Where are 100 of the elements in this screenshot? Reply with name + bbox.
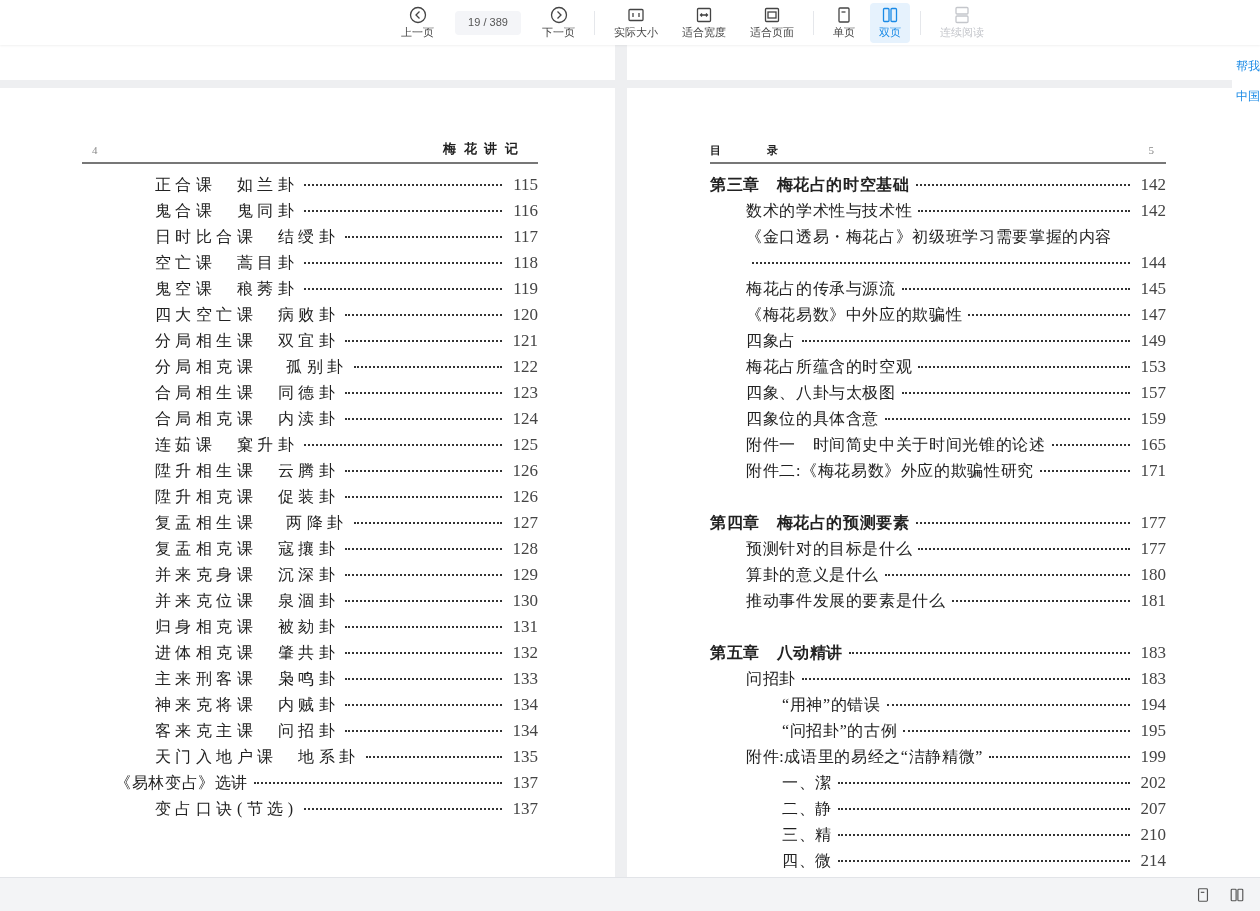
toc-entry-title[interactable]: 一、潔 [782,770,832,796]
toc-entry-title[interactable]: 鬼合课 鬼同卦 [155,198,299,224]
toc-entry-title[interactable]: 归身相克课 被劾卦 [155,614,340,640]
toc-entry-title[interactable]: 进体相克课 肇共卦 [155,640,340,666]
running-title: 梅花讲记 [442,139,527,158]
panel-link[interactable]: 中国 [1232,87,1260,105]
page-number: 119 [512,278,538,300]
toc-entry-title[interactable]: 四象位的具体含意 [746,406,880,432]
page-number: 183 [1139,642,1166,664]
page-number: 207 [1139,798,1166,820]
page-number: 142 [1139,174,1166,196]
page-number: 195 [1139,720,1166,742]
page-number: 120 [511,304,538,326]
toc-entry-title[interactable]: 正合课 如兰卦 [155,172,299,198]
toc-entry-title[interactable]: 客来克主课 问招卦 [155,718,340,744]
page-number: 165 [1139,434,1166,456]
toc-entry-title[interactable]: 四象占 [746,328,796,354]
toolbar-button[interactable]: 单页 [824,2,864,43]
toc-entry-title[interactable]: 三、精 [782,822,832,848]
page-number: 177 [1139,512,1166,534]
page-number: 134 [511,694,538,716]
page-number: 128 [511,538,538,560]
toc-entry-title[interactable]: 第五章 八动精讲 [710,640,844,666]
toc-entry-title[interactable]: 第四章 梅花占的预测要素 [710,510,910,536]
arrow-left-icon [408,6,427,24]
toc-entry-title[interactable]: 空亡课 蒿目卦 [155,250,299,276]
toc-entry-title[interactable]: 四大空亡课 病败卦 [155,302,340,328]
toolbar-button[interactable]: 适合页面 [741,2,803,43]
page-number: 126 [511,486,538,508]
page-number: 116 [512,200,538,222]
toc-entry-title[interactable]: 鬼空课 稂莠卦 [155,276,299,302]
page-number: 171 [1139,460,1166,482]
page-number: 126 [511,460,538,482]
toc-entry-title[interactable]: 分局相生课 双宜卦 [155,328,340,354]
toolbar-button[interactable]: 下一页 [533,2,584,43]
page-number: 125 [511,434,538,456]
page-number: 134 [511,720,538,742]
toc-entry-title[interactable]: 问招卦 [746,666,796,692]
toc-entry-title[interactable]: 天门入地户课 地系卦 [155,744,360,770]
toc-entry-title[interactable]: 算卦的意义是什么 [746,562,880,588]
toc-entry-title[interactable]: 数术的学术性与技术性 [746,198,913,224]
page-number: 202 [1139,772,1166,794]
toc-entry-title[interactable]: 附件:成语里的易经之“洁静精微” [746,744,983,770]
toc-entry-title[interactable]: 日时比合课 结绶卦 [155,224,340,250]
toc-entry-title[interactable]: 变占口诀(节选) [155,796,298,822]
toc-entry-title[interactable]: 复盂相生课 两降卦 [155,510,348,536]
toolbar-button[interactable]: 实际大小 [605,2,667,43]
page-number: 137 [511,798,538,820]
page-number: 157 [1139,382,1166,404]
double-page-icon [881,6,899,24]
toc-entry-title[interactable]: 并来克位课 泉涸卦 [155,588,340,614]
toc-entry-title[interactable]: 分局相克课 孤别卦 [155,354,348,380]
page-number: 180 [1139,564,1166,586]
page-number: 149 [1139,330,1166,352]
toc-entry-title[interactable]: 并来克身课 沉深卦 [155,562,340,588]
running-title: 目 录 [710,142,796,158]
page-number: 5 [1148,142,1155,158]
toc-entry-title[interactable]: 合局相生课 同德卦 [155,380,340,406]
toc-entry-title[interactable]: 连茹课 窠升卦 [155,432,299,458]
continuous-pages-icon [953,6,971,24]
toc-entry-title[interactable]: 《易林变占》选讲 [115,770,249,796]
toc-entry-title[interactable]: 梅花占的传承与源流 [746,276,896,302]
toolbar-button[interactable]: 上一页 [392,2,443,43]
panel-link[interactable]: 帮我 [1232,57,1260,75]
page-number-field[interactable]: 19 / 389 [455,10,521,35]
page-number: 117 [512,226,538,248]
page-number: 142 [1139,200,1166,222]
toc-entry-title[interactable]: 附件一 时间简史中关于时间光锥的论述 [746,432,1046,458]
toc-entry-title[interactable]: 四象、八卦与太极图 [746,380,896,406]
toc-entry-title[interactable]: 《金口透易・梅花占》初级班学习需要掌握的内容 [746,224,1113,250]
toc-entry-title[interactable]: 第三章 梅花占的时空基础 [710,172,910,198]
page-number: 124 [511,408,538,430]
page-number: 153 [1139,356,1166,378]
toc-entry-title[interactable]: 二、静 [782,796,832,822]
page-number: 129 [511,564,538,586]
single-page-icon [835,6,853,24]
toc-entry-title[interactable]: 主来刑客课 枭鸣卦 [155,666,340,692]
page-number: 131 [511,616,538,638]
toc-entry-title[interactable]: “用神”的错误 [782,692,881,718]
page-number: 214 [1139,850,1166,872]
toc-entry-title[interactable]: 复盂相克课 寇攘卦 [155,536,340,562]
toc-entry-title[interactable]: 陞升相克课 促装卦 [155,484,340,510]
toolbar-button[interactable]: 适合宽度 [673,2,735,43]
fit-page-icon [763,6,781,24]
page-number: 199 [1139,746,1166,768]
toc-entry-title[interactable]: 附件二:《梅花易数》外应的欺骗性研究 [746,458,1034,484]
toc-entry-title[interactable]: 《梅花易数》中外应的欺骗性 [746,302,963,328]
toc-entry-title[interactable]: 四、微 [782,848,832,874]
page-number: 181 [1139,590,1166,612]
toc-entry-title[interactable]: 推动事件发展的要素是什么 [746,588,946,614]
page-number: 123 [511,382,538,404]
toc-entry-title[interactable]: 预测针对的目标是什么 [746,536,913,562]
page-number: 127 [511,512,538,534]
toc-entry-title[interactable]: 神来克将课 内贼卦 [155,692,340,718]
actual-size-icon [627,6,645,24]
toc-entry-title[interactable]: “问招卦”的古例 [782,718,898,744]
toc-entry-title[interactable]: 合局相克课 内渎卦 [155,406,340,432]
toc-entry-title[interactable]: 梅花占所蕴含的时空观 [746,354,913,380]
page-number: 177 [1139,538,1166,560]
toc-entry-title[interactable]: 陞升相生课 云腾卦 [155,458,340,484]
